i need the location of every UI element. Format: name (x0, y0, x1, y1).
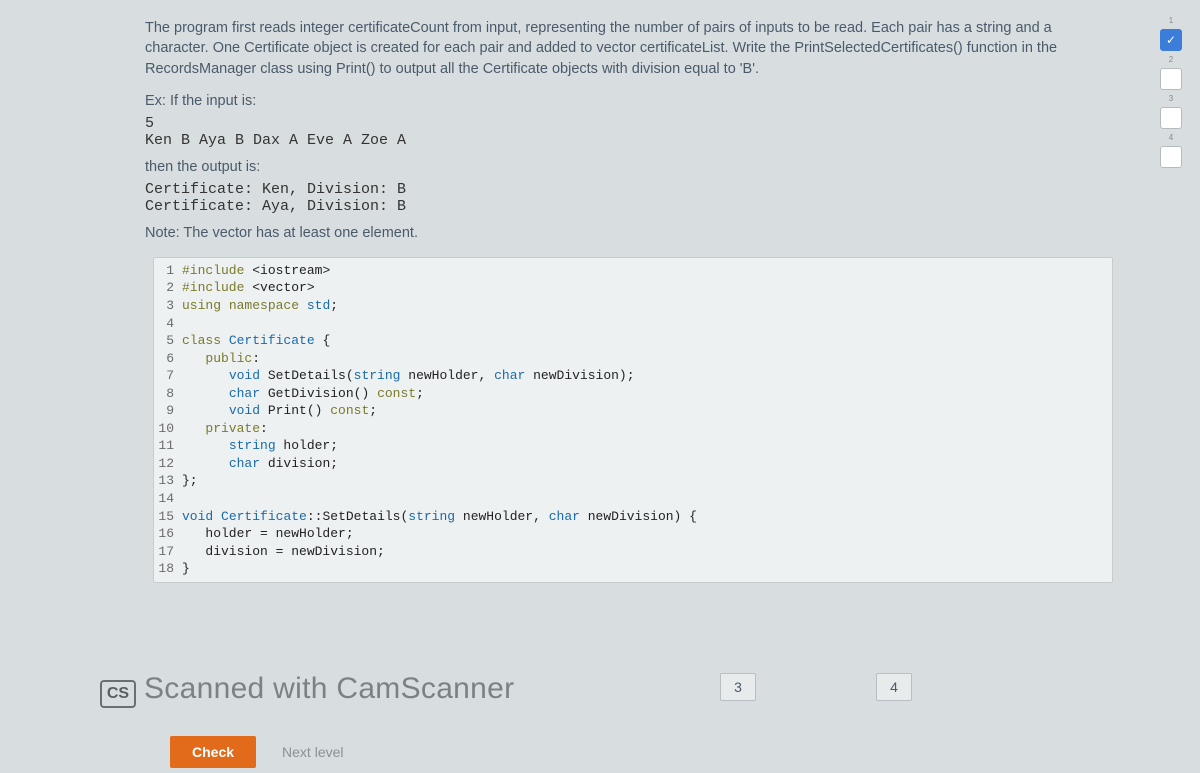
code-line[interactable]: 11 string holder; (154, 437, 1112, 455)
line-number: 18 (154, 560, 182, 578)
code-line[interactable]: 13}; (154, 472, 1112, 490)
line-number: 8 (154, 385, 182, 403)
step-indicator[interactable] (1160, 146, 1182, 168)
code-line[interactable]: 3using namespace std; (154, 297, 1112, 315)
code-line[interactable]: 14 (154, 490, 1112, 508)
code-line[interactable]: 12 char division; (154, 455, 1112, 473)
code-text: void Print() const; (182, 402, 377, 420)
line-number: 2 (154, 279, 182, 297)
step-indicator[interactable] (1160, 107, 1182, 129)
code-text: division = newDivision; (182, 543, 385, 561)
line-number: 9 (154, 402, 182, 420)
code-line[interactable]: 2#include <vector> (154, 279, 1112, 297)
line-number: 7 (154, 367, 182, 385)
example-input-label: Ex: If the input is: (145, 93, 1115, 109)
code-text: holder = newHolder; (182, 525, 354, 543)
line-number: 11 (154, 437, 182, 455)
code-text: public: (182, 350, 260, 368)
step-nav-buttons: 3 4 (720, 673, 912, 701)
camscanner-badge: CS (100, 680, 136, 708)
code-text: char GetDivision() const; (182, 385, 424, 403)
step-nav-3[interactable]: 3 (720, 673, 756, 701)
check-button[interactable]: Check (170, 736, 256, 768)
code-text: private: (182, 420, 268, 438)
step-number-label: 4 (1169, 133, 1173, 142)
code-text: void Certificate::SetDetails(string newH… (182, 508, 697, 526)
example-input: 5 Ken B Aya B Dax A Eve A Zoe A (145, 115, 1115, 149)
code-text: class Certificate { (182, 332, 330, 350)
code-line[interactable]: 7 void SetDetails(string newHolder, char… (154, 367, 1112, 385)
code-line[interactable]: 6 public: (154, 350, 1112, 368)
line-number: 12 (154, 455, 182, 473)
code-line[interactable]: 15void Certificate::SetDetails(string ne… (154, 508, 1112, 526)
code-text: #include <iostream> (182, 262, 330, 280)
step-number-label: 2 (1169, 55, 1173, 64)
camscanner-text: Scanned with CamScanner (144, 672, 514, 706)
problem-panel: The program first reads integer certific… (145, 18, 1115, 583)
code-editor[interactable]: 1#include <iostream>2#include <vector>3u… (153, 257, 1113, 583)
code-line[interactable]: 18} (154, 560, 1112, 578)
line-number: 3 (154, 297, 182, 315)
code-text: } (182, 560, 190, 578)
code-text: using namespace std; (182, 297, 338, 315)
line-number: 13 (154, 472, 182, 490)
line-number: 14 (154, 490, 182, 508)
code-line[interactable]: 1#include <iostream> (154, 262, 1112, 280)
code-line[interactable]: 10 private: (154, 420, 1112, 438)
line-number: 10 (154, 420, 182, 438)
code-text: string holder; (182, 437, 338, 455)
step-indicator[interactable] (1160, 68, 1182, 90)
code-text: char division; (182, 455, 338, 473)
code-line[interactable]: 17 division = newDivision; (154, 543, 1112, 561)
code-line[interactable]: 5class Certificate { (154, 332, 1112, 350)
scanner-watermark: CS Scanned with CamScanner (100, 672, 514, 708)
next-level-button[interactable]: Next level (282, 744, 343, 760)
step-number-label: 3 (1169, 94, 1173, 103)
example-output: Certificate: Ken, Division: B Certificat… (145, 181, 1115, 215)
code-text: #include <vector> (182, 279, 315, 297)
code-line[interactable]: 8 char GetDivision() const; (154, 385, 1112, 403)
problem-description: The program first reads integer certific… (145, 18, 1115, 79)
code-line[interactable]: 4 (154, 315, 1112, 333)
line-number: 15 (154, 508, 182, 526)
step-nav-4[interactable]: 4 (876, 673, 912, 701)
problem-note: Note: The vector has at least one elemen… (145, 225, 1115, 241)
line-number: 6 (154, 350, 182, 368)
line-number: 4 (154, 315, 182, 333)
line-number: 17 (154, 543, 182, 561)
line-number: 16 (154, 525, 182, 543)
code-line[interactable]: 16 holder = newHolder; (154, 525, 1112, 543)
line-number: 1 (154, 262, 182, 280)
step-rail: 1 ✓ 2 3 4 (1156, 16, 1186, 168)
code-text: }; (182, 472, 198, 490)
step-indicator[interactable]: ✓ (1160, 29, 1182, 51)
line-number: 5 (154, 332, 182, 350)
code-text: void SetDetails(string newHolder, char n… (182, 367, 635, 385)
step-number-label: 1 (1169, 16, 1173, 25)
then-output-label: then the output is: (145, 159, 1115, 175)
action-bar: Check Next level (170, 736, 344, 768)
code-line[interactable]: 9 void Print() const; (154, 402, 1112, 420)
check-icon: ✓ (1166, 33, 1176, 47)
